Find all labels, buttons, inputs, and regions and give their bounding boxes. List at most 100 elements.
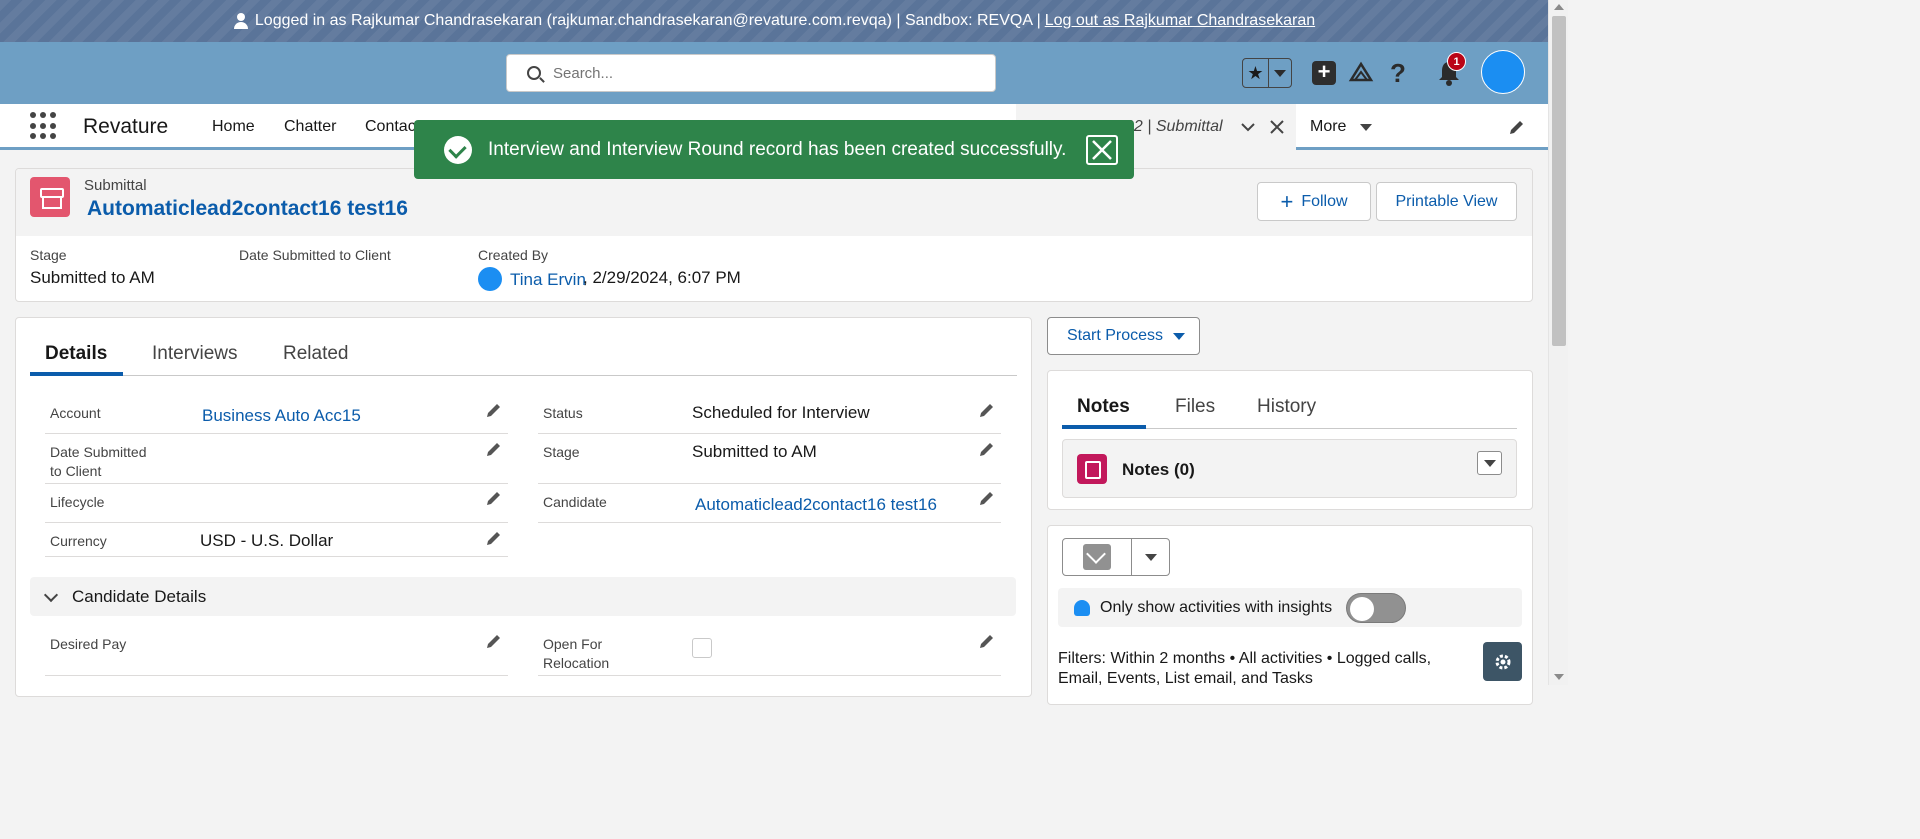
chevron-down-icon bbox=[1483, 459, 1496, 467]
email-icon bbox=[1083, 544, 1111, 570]
favorites-dropdown[interactable] bbox=[1269, 59, 1291, 87]
stage-value: Submitted to AM bbox=[692, 442, 817, 461]
edit-stage-icon[interactable] bbox=[978, 440, 996, 458]
date-submitted-label-line2: to Client bbox=[50, 463, 102, 479]
tab-interviews[interactable]: Interviews bbox=[152, 343, 238, 365]
follow-button[interactable]: + Follow bbox=[1257, 182, 1371, 221]
date-submitted-label-line1: Date Submitted bbox=[50, 444, 147, 460]
edit-nav-icon[interactable] bbox=[1508, 118, 1526, 136]
nav-tab-submittal-label[interactable]: 02 | Submittal bbox=[1125, 118, 1223, 136]
field-divider bbox=[538, 522, 1001, 523]
notification-badge: 1 bbox=[1447, 52, 1466, 71]
toast-close-button[interactable] bbox=[1086, 135, 1118, 165]
candidate-link[interactable]: Automaticlead2contact16 test16 bbox=[695, 495, 937, 515]
email-button[interactable] bbox=[1062, 538, 1132, 576]
start-process-button[interactable]: Start Process bbox=[1047, 317, 1200, 355]
field-divider bbox=[45, 483, 508, 484]
help-icon[interactable]: ? bbox=[1390, 58, 1406, 89]
nav-more-menu[interactable]: More bbox=[1296, 104, 1396, 150]
plus-icon: + bbox=[1280, 188, 1294, 214]
logout-link[interactable]: Log out as Rajkumar Chandrasekaran bbox=[1045, 12, 1315, 30]
star-icon[interactable]: ★ bbox=[1243, 59, 1269, 87]
currency-label: Currency bbox=[50, 533, 107, 549]
insights-label: Only show activities with insights bbox=[1100, 598, 1333, 616]
chevron-down-icon bbox=[1144, 553, 1157, 561]
nav-item-chatter[interactable]: Chatter bbox=[284, 118, 336, 136]
account-link[interactable]: Business Auto Acc15 bbox=[202, 406, 361, 426]
start-process-label: Start Process bbox=[1067, 327, 1164, 344]
search-icon bbox=[527, 66, 541, 80]
candidate-details-section-header[interactable]: Candidate Details bbox=[30, 577, 1016, 616]
field-divider bbox=[538, 675, 1001, 676]
edit-account-icon[interactable] bbox=[485, 401, 503, 419]
field-divider bbox=[538, 483, 1001, 484]
trailhead-icon[interactable] bbox=[1348, 60, 1374, 86]
field-divider bbox=[45, 522, 508, 523]
email-dropdown-button[interactable] bbox=[1131, 538, 1170, 576]
tab-details[interactable]: Details bbox=[45, 343, 107, 365]
edit-relocation-icon[interactable] bbox=[978, 632, 996, 650]
app-launcher-icon[interactable] bbox=[30, 112, 58, 140]
user-avatar[interactable] bbox=[1481, 50, 1525, 94]
active-tab-indicator bbox=[1062, 425, 1146, 429]
close-icon bbox=[1092, 140, 1112, 160]
page-scrollbar[interactable] bbox=[1548, 0, 1568, 685]
lifecycle-label: Lifecycle bbox=[50, 494, 105, 510]
search-placeholder: Search... bbox=[553, 64, 614, 82]
toast-message: Interview and Interview Round record has… bbox=[488, 138, 1067, 160]
tab-history[interactable]: History bbox=[1257, 396, 1316, 418]
activity-settings-button[interactable] bbox=[1483, 642, 1522, 681]
notes-dropdown-button[interactable] bbox=[1477, 451, 1502, 475]
close-tab-icon[interactable] bbox=[1270, 120, 1284, 134]
tab-files[interactable]: Files bbox=[1175, 396, 1215, 418]
insights-filter-bar: Only show activities with insights bbox=[1058, 588, 1522, 627]
chevron-down-icon bbox=[43, 587, 59, 602]
caret-down-icon bbox=[1173, 332, 1186, 340]
notes-title[interactable]: Notes (0) bbox=[1122, 460, 1195, 480]
more-label: More bbox=[1310, 118, 1347, 135]
edit-lifecycle-icon[interactable] bbox=[485, 489, 503, 507]
created-date: , 2/29/2024, 6:07 PM bbox=[583, 268, 741, 287]
candidate-label: Candidate bbox=[543, 494, 607, 510]
submittal-record-icon bbox=[30, 177, 70, 217]
success-toast: Interview and Interview Round record has… bbox=[414, 120, 1134, 179]
edit-currency-icon[interactable] bbox=[485, 529, 503, 547]
follow-label: Follow bbox=[1301, 192, 1348, 210]
global-actions-button[interactable]: + bbox=[1312, 61, 1336, 85]
highlight-date-label: Date Submitted to Client bbox=[239, 247, 391, 263]
edit-desired-pay-icon[interactable] bbox=[485, 632, 503, 650]
insights-toggle[interactable] bbox=[1346, 593, 1406, 623]
insights-icon bbox=[1074, 599, 1090, 616]
user-icon bbox=[233, 13, 249, 29]
created-by-link[interactable]: Tina Ervin bbox=[510, 270, 586, 290]
edit-candidate-icon[interactable] bbox=[978, 489, 996, 507]
status-label: Status bbox=[543, 405, 583, 421]
scroll-thumb[interactable] bbox=[1552, 16, 1566, 346]
toggle-knob bbox=[1350, 597, 1374, 621]
nav-item-home[interactable]: Home bbox=[212, 118, 255, 136]
success-check-icon bbox=[444, 135, 472, 164]
edit-date-submitted-icon[interactable] bbox=[485, 440, 503, 458]
tab-notes[interactable]: Notes bbox=[1077, 396, 1130, 418]
app-name: Revature bbox=[83, 115, 169, 138]
nav-item-contacts[interactable]: Contac bbox=[365, 118, 416, 136]
record-type: Submittal bbox=[84, 177, 147, 194]
favorites-button[interactable]: ★ bbox=[1242, 58, 1292, 88]
scroll-up-arrow[interactable] bbox=[1554, 4, 1564, 10]
currency-value: USD - U.S. Dollar bbox=[200, 531, 334, 550]
highlight-stage-value: Submitted to AM bbox=[30, 268, 155, 287]
relocation-label-line2: Relocation bbox=[543, 655, 610, 671]
chevron-down-icon[interactable] bbox=[1241, 122, 1255, 132]
creator-avatar bbox=[478, 267, 502, 291]
edit-status-icon[interactable] bbox=[978, 401, 996, 419]
account-label: Account bbox=[50, 405, 101, 421]
notes-icon bbox=[1077, 454, 1107, 484]
chevron-down-icon bbox=[1274, 69, 1286, 77]
printable-view-button[interactable]: Printable View bbox=[1376, 182, 1517, 221]
relocation-label-line1: Open For bbox=[543, 636, 603, 652]
open-for-relocation-checkbox[interactable] bbox=[692, 638, 712, 658]
scroll-down-arrow[interactable] bbox=[1554, 674, 1564, 680]
highlight-created-label: Created By bbox=[478, 247, 549, 263]
global-search-input[interactable]: Search... bbox=[506, 54, 996, 92]
tab-related[interactable]: Related bbox=[283, 343, 349, 365]
